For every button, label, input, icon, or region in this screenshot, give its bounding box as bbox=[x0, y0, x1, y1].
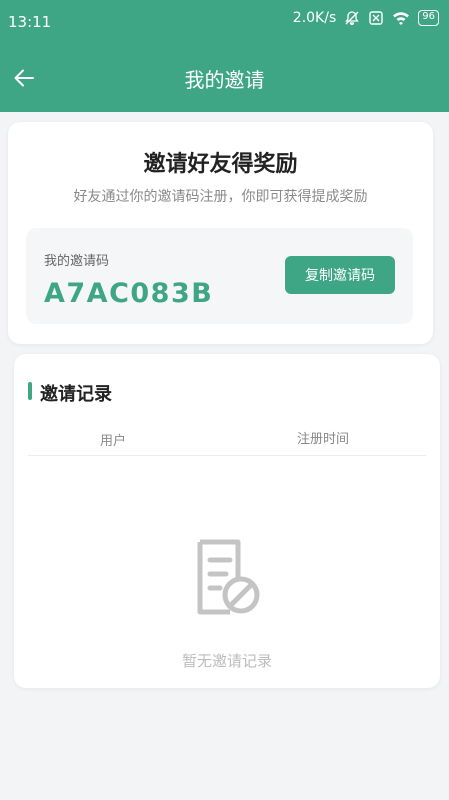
invite-code-label: 我的邀请码 bbox=[44, 254, 110, 269]
column-header-user: 用户 bbox=[99, 434, 126, 449]
wifi-icon bbox=[392, 10, 410, 26]
invite-code-value: A7AC083B bbox=[44, 278, 214, 309]
page-title: 我的邀请 bbox=[184, 68, 265, 92]
bell-mute-icon bbox=[344, 10, 360, 26]
invite-records-card: 邀请记录 用户 注册时间 暂无邀请记录 bbox=[14, 354, 440, 688]
battery-icon: 96 bbox=[418, 10, 439, 26]
column-header-register-time: 注册时间 bbox=[296, 432, 349, 447]
records-table-header: 用户 注册时间 bbox=[28, 424, 426, 456]
invite-title: 邀请好友得奖励 bbox=[143, 152, 298, 177]
invite-code-box: 我的邀请码 A7AC083B 复制邀请码 bbox=[26, 228, 413, 324]
status-time: 13:11 bbox=[8, 13, 52, 31]
document-forbidden-icon bbox=[186, 538, 266, 620]
app-header: 我的邀请 bbox=[0, 44, 449, 112]
status-bar: 13:11 2.0K/s 96 bbox=[0, 0, 449, 44]
invite-subtitle: 好友通过你的邀请码注册，你即可获得提成奖励 bbox=[73, 189, 368, 205]
empty-records-text: 暂无邀请记录 bbox=[181, 652, 272, 670]
section-accent-bar bbox=[28, 382, 32, 400]
sim-icon bbox=[368, 10, 384, 26]
status-icons: 2.0K/s 96 bbox=[293, 10, 439, 26]
network-speed: 2.0K/s bbox=[292, 10, 337, 26]
invite-card: 邀请好友得奖励 好友通过你的邀请码注册，你即可获得提成奖励 我的邀请码 A7AC… bbox=[8, 122, 433, 344]
records-title: 邀请记录 bbox=[40, 384, 112, 405]
copy-invite-code-button[interactable]: 复制邀请码 bbox=[285, 256, 395, 294]
